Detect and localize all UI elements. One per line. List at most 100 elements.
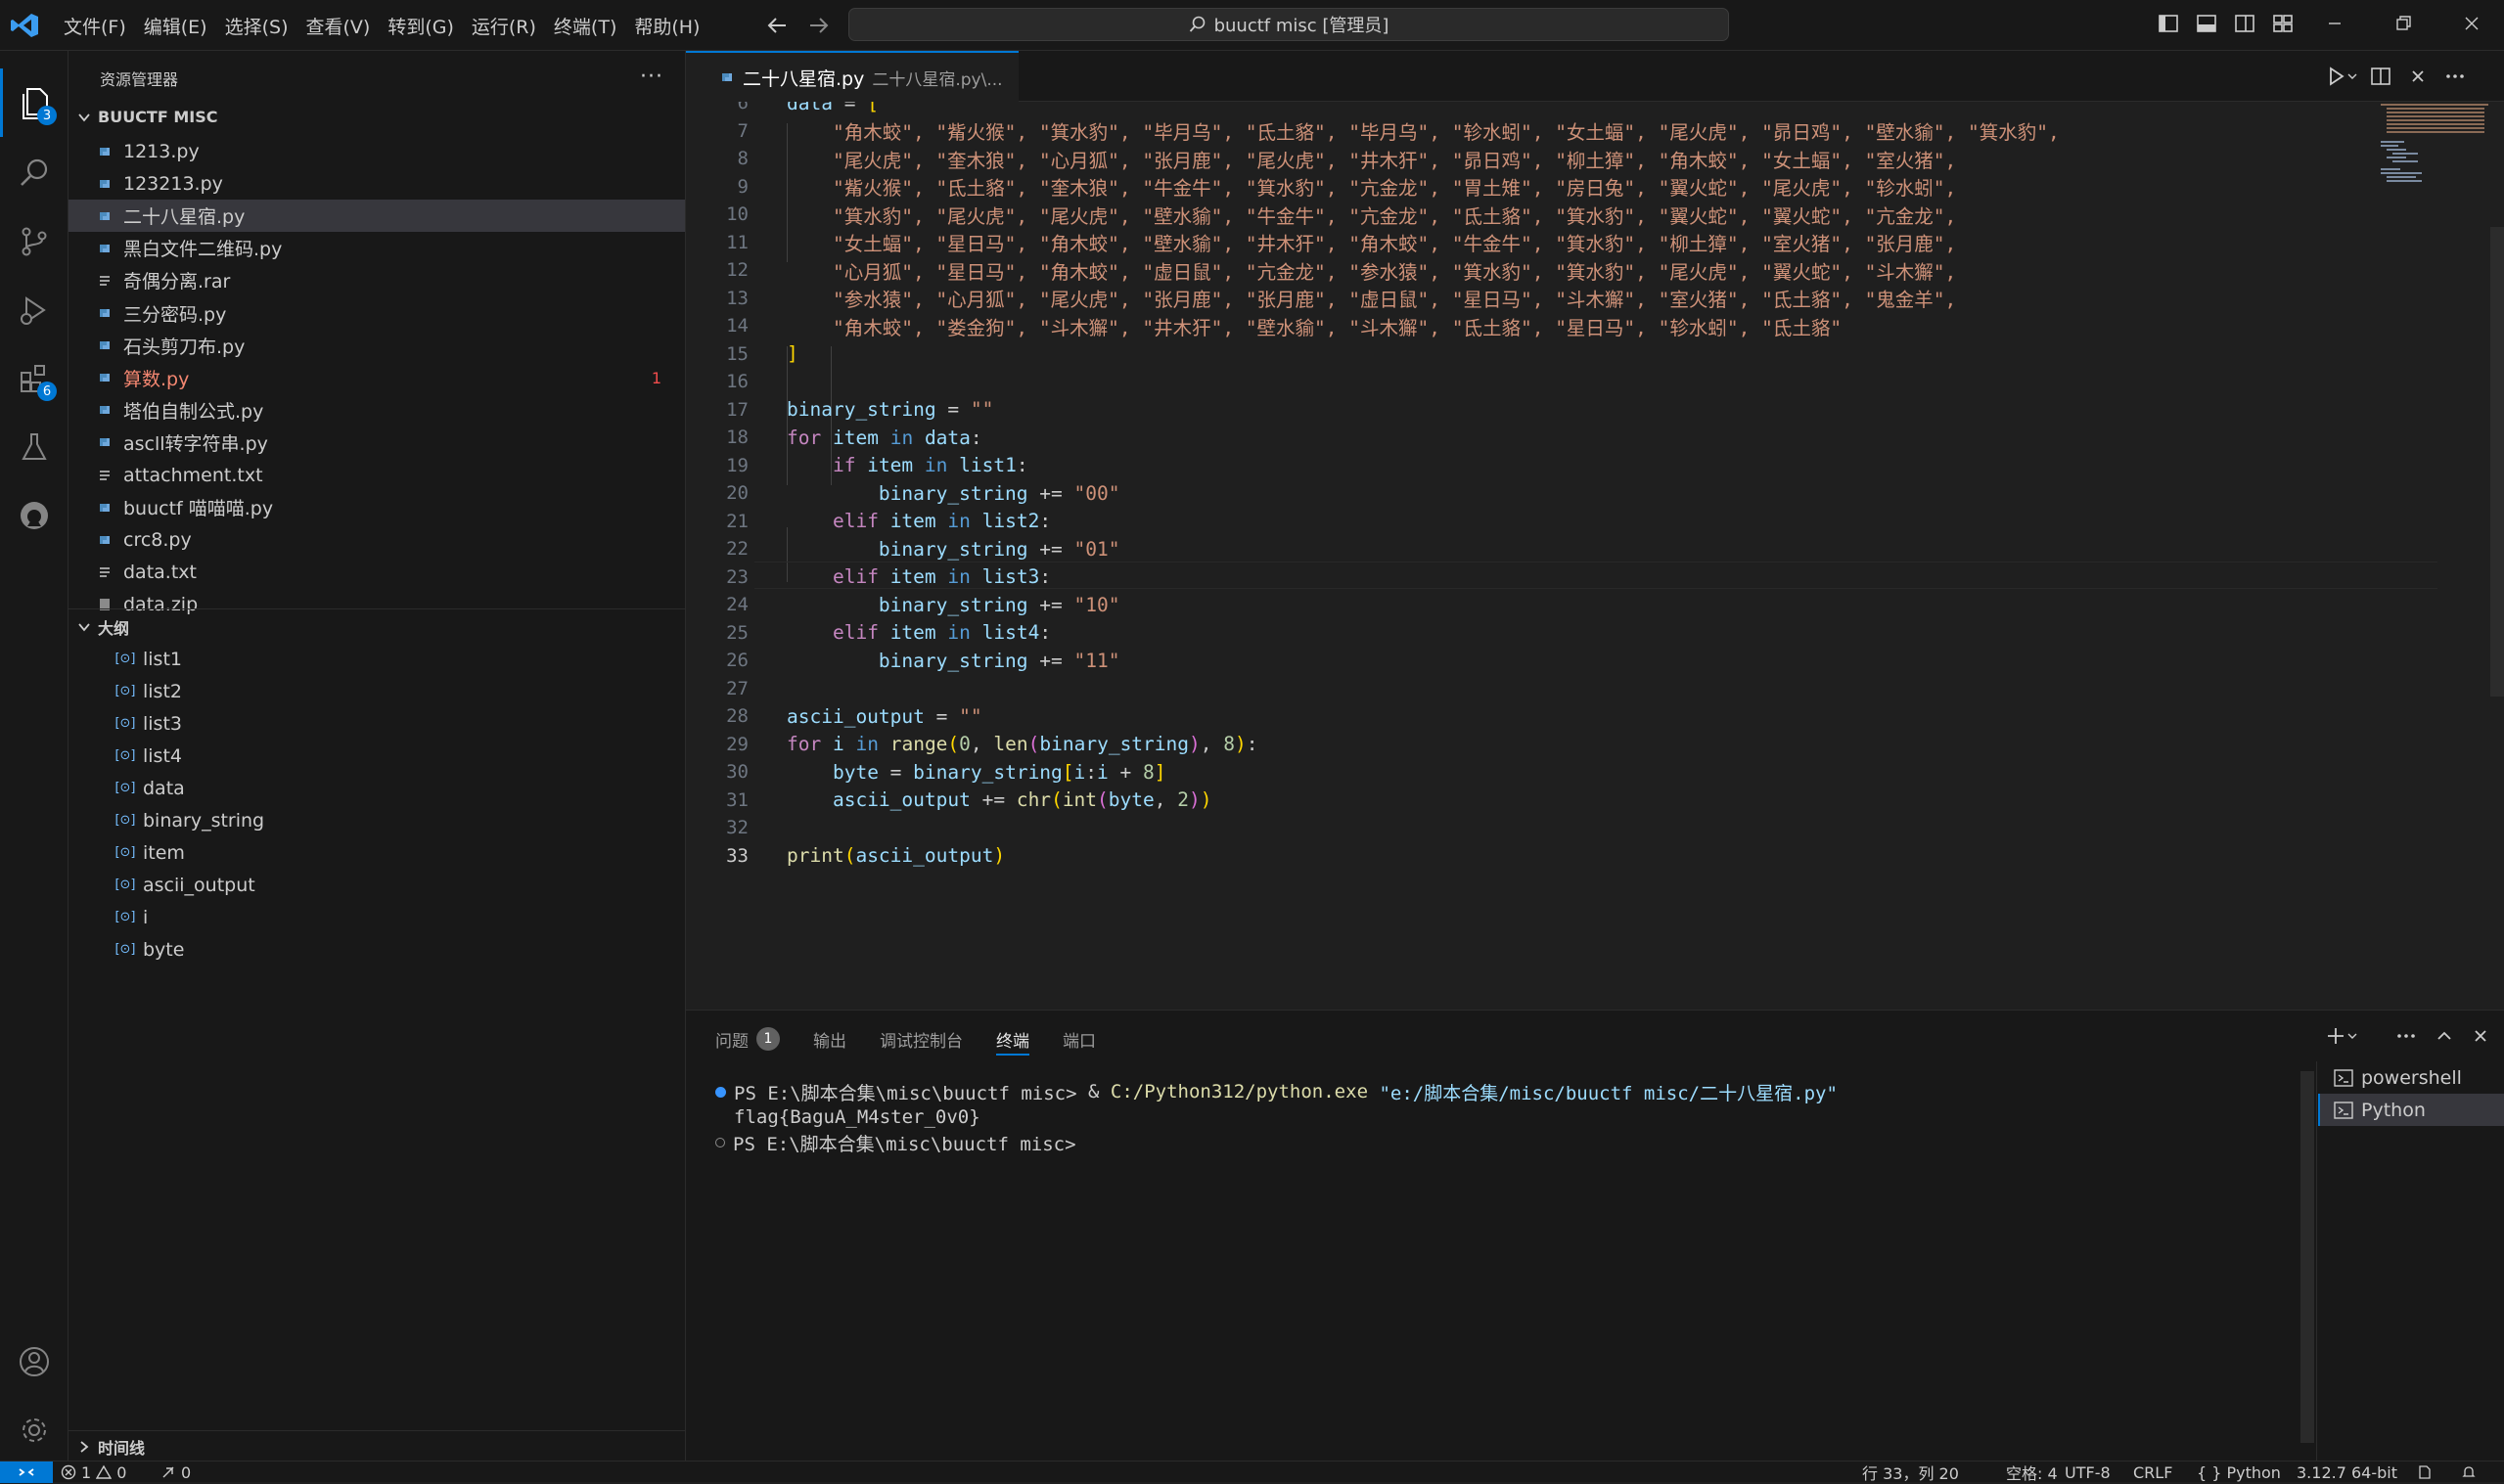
terminal-output[interactable]: PS E:\脚本合集\misc\buuctf misc> & C:/Python… xyxy=(715,1079,2007,1155)
interpreter-status[interactable]: 3.12.7 64-bit xyxy=(2297,1462,2397,1483)
indentation-status[interactable]: 空格: 4 xyxy=(2006,1462,2058,1483)
chevron-right-icon xyxy=(76,1439,92,1455)
explorer-icon[interactable]: 3 xyxy=(0,68,68,137)
outline-item[interactable]: [⊙] i xyxy=(68,901,685,933)
menu-help[interactable]: 帮助(H) xyxy=(625,13,708,39)
outline-item[interactable]: [⊙] list4 xyxy=(68,740,685,772)
line-number: 8 xyxy=(737,148,749,170)
panel-more-icon[interactable] xyxy=(2394,1024,2418,1048)
tab-output[interactable]: 输出 xyxy=(813,1024,846,1054)
menu-selection[interactable]: 选择(S) xyxy=(216,13,297,39)
panel-tabs: 问题 1 输出 调试控制台 终端 端口 xyxy=(715,1024,1096,1056)
outline-item[interactable]: [⊙] item xyxy=(68,836,685,869)
menu-run[interactable]: 运行(R) xyxy=(463,13,545,39)
eol-status[interactable]: CRLF xyxy=(2133,1462,2172,1483)
file-tree-item[interactable]: 1213.py xyxy=(68,135,685,167)
warning-icon xyxy=(96,1464,113,1480)
file-tree-item[interactable]: ascll转字符串.py xyxy=(68,427,685,459)
tab-terminal[interactable]: 终端 xyxy=(996,1024,1029,1056)
cursor-position[interactable]: 行 33，列 20 xyxy=(1862,1462,1959,1483)
outline-item[interactable]: [⊙] list3 xyxy=(68,707,685,740)
menu-edit[interactable]: 编辑(E) xyxy=(135,13,216,39)
encoding-status[interactable]: UTF-8 xyxy=(2065,1462,2111,1483)
outline-item[interactable]: [⊙] list1 xyxy=(68,643,685,675)
notifications-bell-icon[interactable] xyxy=(2461,1462,2477,1483)
back-arrow-icon[interactable] xyxy=(764,13,792,38)
run-debug-icon[interactable] xyxy=(0,276,68,344)
command-pending-dot[interactable] xyxy=(715,1138,725,1147)
editor-scrollbar[interactable] xyxy=(2490,227,2504,697)
outline-item[interactable]: [⊙] binary_string xyxy=(68,804,685,836)
close-window-icon[interactable] xyxy=(2460,12,2483,35)
terminal-item-python[interactable]: Python xyxy=(2318,1094,2504,1126)
code-line: 24 binary_string += "10" xyxy=(686,591,2369,619)
settings-gear-icon[interactable] xyxy=(0,1396,68,1464)
github-icon[interactable] xyxy=(0,481,68,550)
run-python-file-icon[interactable] xyxy=(2326,65,2359,88)
search-view-icon[interactable] xyxy=(0,139,68,207)
more-actions-icon[interactable]: ··· xyxy=(640,65,663,89)
feedback-icon[interactable] xyxy=(2417,1462,2433,1483)
tab-problems[interactable]: 问题 1 xyxy=(715,1024,780,1054)
file-tree-item[interactable]: 三分密码.py xyxy=(68,297,685,330)
code-line: 6 data = [ xyxy=(686,102,2369,117)
new-terminal-icon[interactable] xyxy=(2326,1024,2359,1048)
timeline-section-header[interactable]: 时间线 xyxy=(76,1435,145,1459)
customize-layout-icon[interactable] xyxy=(2271,12,2295,35)
menu-file[interactable]: 文件(F) xyxy=(55,13,135,39)
remote-indicator-icon[interactable] xyxy=(0,1462,53,1483)
file-tree-item[interactable]: 算数.py 1 xyxy=(68,362,685,394)
file-tree-item[interactable]: 黑白文件二维码.py xyxy=(68,232,685,264)
outline-item[interactable]: [⊙] list2 xyxy=(68,675,685,707)
file-tree-item[interactable]: 二十八星宿.py xyxy=(68,200,685,233)
text-file-icon xyxy=(94,465,115,486)
extensions-icon[interactable]: 6 xyxy=(0,344,68,413)
minimap[interactable] xyxy=(2381,102,2488,190)
toggle-primary-sidebar-icon[interactable] xyxy=(2157,12,2180,35)
menu-view[interactable]: 查看(V) xyxy=(297,13,380,39)
file-tree-item[interactable]: 塔伯自制公式.py xyxy=(68,394,685,427)
command-center-search[interactable]: buuctf misc [管理员] xyxy=(848,8,1729,41)
maximize-panel-icon[interactable] xyxy=(2433,1024,2456,1048)
testing-flask-icon[interactable] xyxy=(0,413,68,481)
language-status[interactable]: { } Python xyxy=(2197,1462,2281,1483)
file-tree-item[interactable]: crc8.py xyxy=(68,523,685,556)
error-count: 1 xyxy=(81,1462,92,1482)
outline-item[interactable]: [⊙] ascii_output xyxy=(68,869,685,901)
minimize-icon[interactable] xyxy=(2323,12,2346,35)
tab-debug-console[interactable]: 调试控制台 xyxy=(880,1024,963,1054)
code-text: elif item in list2: xyxy=(832,510,1052,533)
file-tree-item[interactable]: 123213.py xyxy=(68,167,685,200)
close-panel-icon[interactable] xyxy=(2469,1024,2492,1048)
command-success-dot[interactable] xyxy=(715,1086,726,1098)
editor-tab-active[interactable]: 二十八星宿.py 二十八星宿.py\... xyxy=(686,51,1019,102)
outline-item[interactable]: [⊙] data xyxy=(68,772,685,804)
terminal-scrollbar[interactable] xyxy=(2300,1071,2314,1443)
accounts-icon[interactable] xyxy=(0,1327,68,1396)
close-editor-icon[interactable] xyxy=(2406,65,2430,88)
tab-ports[interactable]: 端口 xyxy=(1063,1024,1096,1054)
forward-arrow-icon[interactable] xyxy=(804,13,832,38)
menu-go[interactable]: 转到(G) xyxy=(379,13,463,39)
file-tree-item[interactable]: 石头剪刀布.py xyxy=(68,330,685,362)
restore-icon[interactable] xyxy=(2391,12,2415,35)
outline-section-header[interactable]: 大纲 xyxy=(76,615,129,639)
editor-more-icon[interactable] xyxy=(2443,65,2467,88)
source-control-icon[interactable] xyxy=(0,207,68,276)
toggle-secondary-sidebar-icon[interactable] xyxy=(2233,12,2256,35)
file-tree-item[interactable]: 奇偶分离.rar xyxy=(68,264,685,296)
toggle-panel-icon[interactable] xyxy=(2195,12,2218,35)
problems-status[interactable]: 1 0 xyxy=(61,1462,126,1483)
file-tree-item[interactable]: buuctf 喵喵喵.py xyxy=(68,491,685,523)
file-tree-item[interactable]: data.txt xyxy=(68,556,685,588)
folder-section-header[interactable]: BUUCTF MISC xyxy=(76,108,217,126)
code-line: 13 "参水猿", "心月狐", "尾火虎", "张月鹿", "张月鹿", "虚… xyxy=(686,285,2369,313)
file-tree-item[interactable]: data.zip xyxy=(68,588,685,620)
ports-status[interactable]: 0 xyxy=(160,1462,191,1483)
outline-item[interactable]: [⊙] byte xyxy=(68,933,685,966)
menu-terminal[interactable]: 终端(T) xyxy=(545,13,625,39)
terminal-item-powershell[interactable]: powershell xyxy=(2318,1061,2504,1094)
code-editor[interactable]: 6 data = [7 "角木蛟", "觜火猴", "箕水豹", "毕月乌", "… xyxy=(686,102,2504,1010)
file-tree-item[interactable]: attachment.txt xyxy=(68,459,685,491)
split-editor-icon[interactable] xyxy=(2369,65,2392,88)
